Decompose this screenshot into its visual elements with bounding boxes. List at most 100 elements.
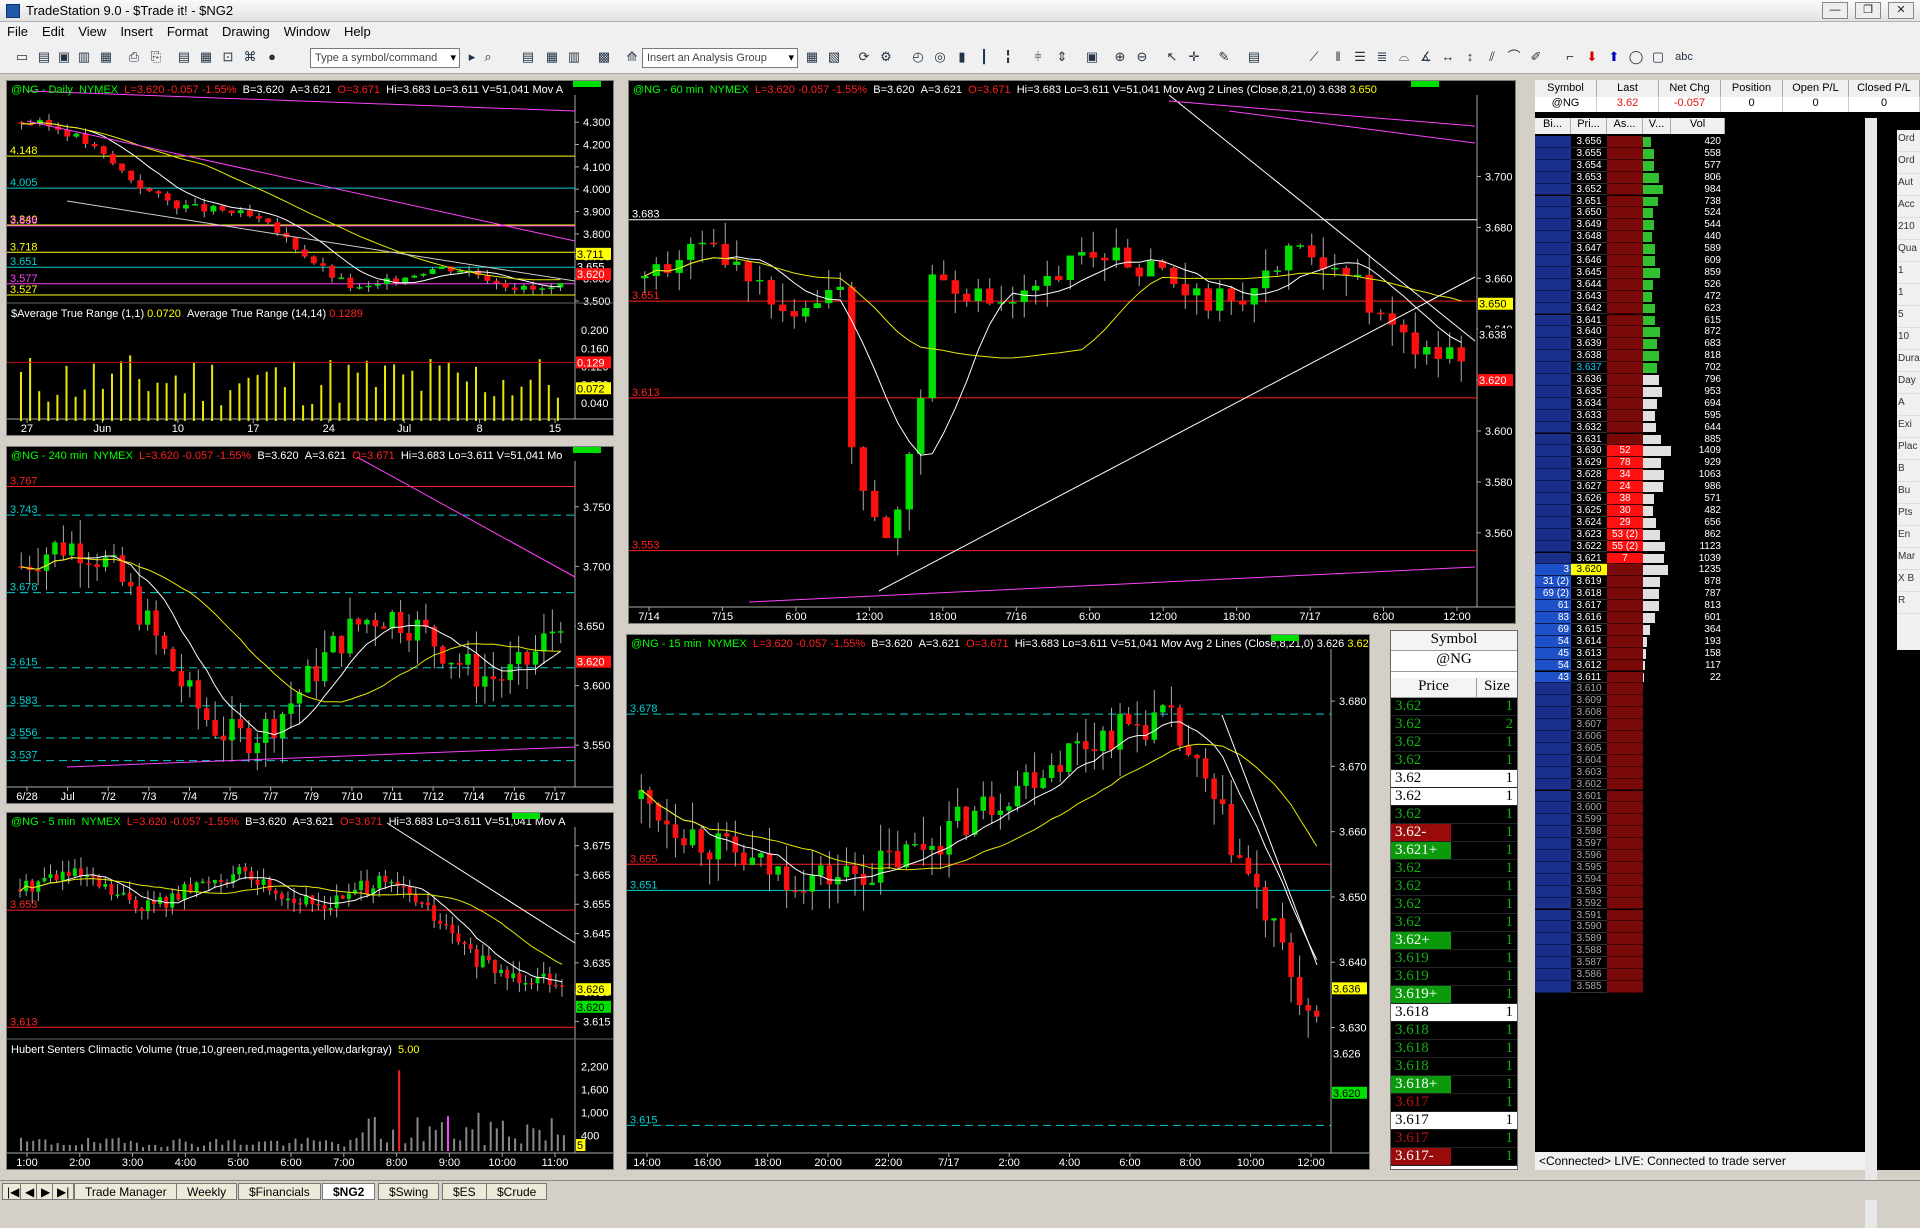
bid-cell[interactable] [1535, 243, 1571, 255]
bid-cell[interactable] [1535, 481, 1571, 493]
bid-cell[interactable] [1535, 945, 1571, 957]
bid-cell[interactable] [1535, 219, 1571, 231]
ladder-row[interactable]: 3.632644 [1535, 422, 1865, 434]
ask-cell[interactable] [1607, 588, 1643, 600]
vertical-lines-icon[interactable]: ‖ [1330, 49, 1346, 65]
ask-cell[interactable] [1607, 695, 1643, 707]
ladder-row[interactable]: 3.656420 [1535, 136, 1865, 148]
indicator-icon[interactable]: ▩ [596, 49, 612, 65]
ask-cell[interactable] [1607, 743, 1643, 755]
bid-cell[interactable]: 83 [1535, 612, 1571, 624]
ladder-row[interactable]: 3.603 [1535, 767, 1865, 779]
bid-cell[interactable] [1535, 683, 1571, 695]
bid-cell[interactable] [1535, 933, 1571, 945]
order-entry-item[interactable]: Plac [1897, 438, 1920, 460]
matrix-header-cell[interactable]: Open P/L [1783, 80, 1849, 97]
ask-cell[interactable] [1607, 755, 1643, 767]
order-entry-item[interactable]: Ord [1897, 130, 1920, 152]
bid-cell[interactable] [1535, 374, 1571, 386]
bid-cell[interactable] [1535, 315, 1571, 327]
zoom-in-icon[interactable]: ⊕ [1112, 49, 1128, 65]
5min-chart[interactable]: @NG - 5 min NYMEX L=3.620 -0.057 -1.55% … [6, 812, 614, 1170]
ask-cell[interactable] [1607, 826, 1643, 838]
ladder-row[interactable]: 3.650524 [1535, 207, 1865, 219]
ask-cell[interactable] [1607, 660, 1643, 672]
order-entry-item[interactable]: Bu [1897, 482, 1920, 504]
ask-cell[interactable] [1607, 957, 1643, 969]
ladder-row[interactable]: 3.585 [1535, 981, 1865, 993]
order-entry-side-panel[interactable]: OrdOrdAutAcc210Qua11510DuraDayAExiPlacBB… [1897, 130, 1920, 650]
ask-cell[interactable]: 38 [1607, 493, 1643, 505]
ask-cell[interactable] [1607, 933, 1643, 945]
ask-cell[interactable] [1607, 398, 1643, 410]
ask-cell[interactable] [1607, 850, 1643, 862]
bid-cell[interactable] [1535, 279, 1571, 291]
ladder-row[interactable]: 3.646609 [1535, 255, 1865, 267]
order-entry-item[interactable]: 10 [1897, 328, 1920, 350]
ladder-row[interactable]: 3.593 [1535, 886, 1865, 898]
chart-window-icon[interactable]: ▤ [520, 49, 536, 65]
bid-cell[interactable] [1535, 731, 1571, 743]
bid-cell[interactable] [1535, 695, 1571, 707]
bid-cell[interactable] [1535, 719, 1571, 731]
ladder-row[interactable]: 3.62530482 [1535, 505, 1865, 517]
ask-cell[interactable] [1607, 279, 1643, 291]
menu-window[interactable]: Window [277, 22, 337, 41]
menu-view[interactable]: View [71, 22, 113, 41]
ask-cell[interactable]: 30 [1607, 505, 1643, 517]
ladder-column-header[interactable]: Bi... [1535, 118, 1571, 134]
ladder-row[interactable]: 543.612117 [1535, 660, 1865, 672]
bid-cell[interactable] [1535, 505, 1571, 517]
cascade-icon[interactable]: ▦ [198, 49, 214, 65]
ask-cell[interactable] [1607, 600, 1643, 612]
bid-cell[interactable] [1535, 469, 1571, 481]
radar-icon[interactable]: ▦ [544, 49, 560, 65]
tns-size-header[interactable]: Size [1477, 678, 1517, 697]
order-entry-item[interactable]: 1 [1897, 262, 1920, 284]
tab-last-button[interactable]: ▶| [52, 1183, 74, 1200]
order-entry-item[interactable]: Mar [1897, 548, 1920, 570]
ladder-row[interactable]: 3.62255 (2)1123 [1535, 541, 1865, 553]
rectangle-icon[interactable]: ▢ [1650, 49, 1666, 65]
bid-cell[interactable] [1535, 802, 1571, 814]
symbol-lookup-icon[interactable]: ⌕ [480, 49, 496, 65]
ask-cell[interactable] [1607, 564, 1643, 576]
bid-cell[interactable] [1535, 326, 1571, 338]
format-icon[interactable]: ⚙ [878, 49, 894, 65]
ask-cell[interactable] [1607, 648, 1643, 660]
ladder-row[interactable]: 3.633595 [1535, 410, 1865, 422]
matrix-header-cell[interactable]: Closed P/L [1849, 80, 1920, 97]
ask-cell[interactable] [1607, 624, 1643, 636]
ask-cell[interactable] [1607, 921, 1643, 933]
ask-cell[interactable] [1607, 945, 1643, 957]
down-arrow-icon[interactable]: ⬇ [1584, 49, 1600, 65]
order-entry-item[interactable]: B [1897, 460, 1920, 482]
bid-cell[interactable] [1535, 838, 1571, 850]
ladder-row[interactable]: 3.644526 [1535, 279, 1865, 291]
price-ladder[interactable]: 3.6564203.6555583.6545773.6538063.652984… [1535, 136, 1865, 1226]
ladder-row[interactable]: 33.6201235 [1535, 564, 1865, 576]
matrix-header-cell[interactable]: Symbol [1535, 80, 1597, 97]
ladder-row[interactable]: 3.637702 [1535, 362, 1865, 374]
ladder-row[interactable]: 3.641615 [1535, 315, 1865, 327]
ask-cell[interactable]: 52 [1607, 445, 1643, 457]
bid-cell[interactable]: 61 [1535, 600, 1571, 612]
ask-cell[interactable] [1607, 779, 1643, 791]
ask-cell[interactable] [1607, 231, 1643, 243]
order-entry-item[interactable]: En [1897, 526, 1920, 548]
bid-cell[interactable]: 54 [1535, 660, 1571, 672]
menu-help[interactable]: Help [337, 22, 378, 41]
ladder-row[interactable]: 3.594 [1535, 874, 1865, 886]
ladder-column-header[interactable]: V... [1643, 118, 1671, 134]
order-entry-item[interactable]: 210 [1897, 218, 1920, 240]
format-analysis-icon[interactable]: ▧ [826, 49, 842, 65]
ladder-row[interactable]: 3.643472 [1535, 291, 1865, 303]
ask-cell[interactable] [1607, 981, 1643, 993]
bid-cell[interactable] [1535, 826, 1571, 838]
bid-cell[interactable] [1535, 850, 1571, 862]
ask-cell[interactable] [1607, 719, 1643, 731]
ask-cell[interactable]: 34 [1607, 469, 1643, 481]
ask-cell[interactable] [1607, 731, 1643, 743]
ask-cell[interactable] [1607, 898, 1643, 910]
ask-cell[interactable] [1607, 148, 1643, 160]
